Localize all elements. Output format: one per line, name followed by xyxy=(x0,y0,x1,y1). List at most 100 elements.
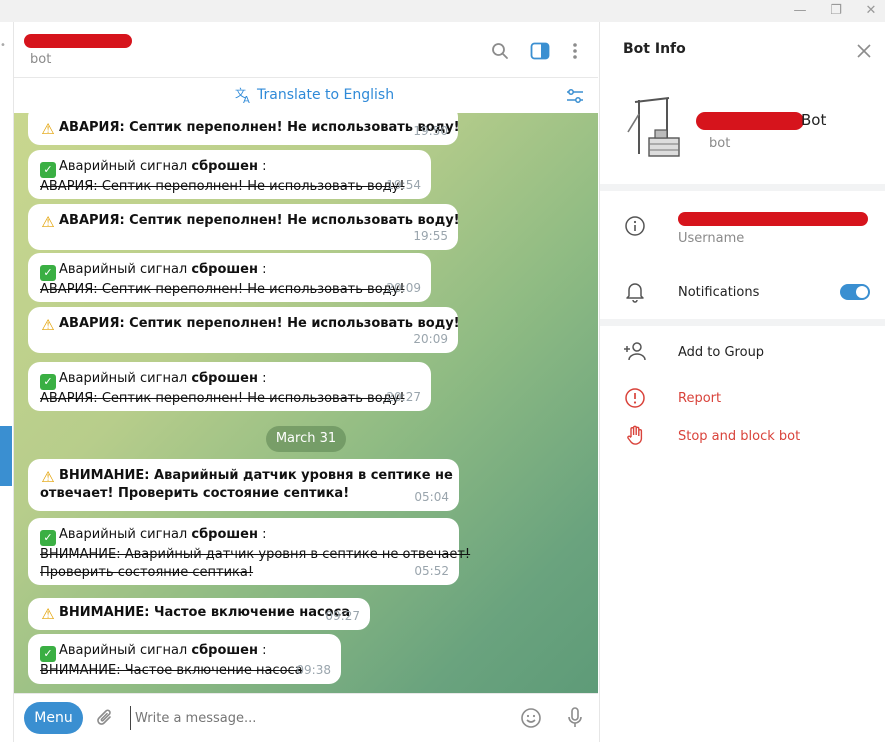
bell-icon xyxy=(624,281,646,303)
message-text: отвечает! Проверить состояние септика! xyxy=(40,486,350,501)
panel-title: Bot Info xyxy=(623,41,686,57)
message-text: : xyxy=(257,262,267,277)
translate-label: Translate to English xyxy=(257,87,395,103)
chat-subtitle: bot xyxy=(30,52,52,67)
warning-emoji-icon: ⚠ xyxy=(41,316,55,334)
message-text: Аварийный сигнал xyxy=(59,371,192,386)
chat-header[interactable]: bot xyxy=(14,22,598,78)
message-text: Аварийный сигнал xyxy=(59,262,192,277)
warning-emoji-icon: ⚠ xyxy=(41,468,55,486)
message-time: 19:50 xyxy=(413,124,448,138)
attach-icon[interactable] xyxy=(94,707,116,729)
maximize-icon[interactable]: ❐ xyxy=(826,2,846,20)
microphone-icon[interactable] xyxy=(563,706,587,730)
search-icon[interactable] xyxy=(488,39,512,63)
message-time: 19:54 xyxy=(386,178,421,192)
bot-name-suffix: Bot xyxy=(801,111,827,129)
message-text: ВНИМАНИЕ: Частое включение насоса xyxy=(59,605,351,620)
message-time: 09:27 xyxy=(325,609,360,623)
message-bubble[interactable]: ⚠ ВНИМАНИЕ: Частое включение насоса 09:27 xyxy=(28,598,370,630)
message-text: Аварийный сигнал xyxy=(59,643,192,658)
separator xyxy=(600,319,885,326)
check-emoji-icon: ✓ xyxy=(40,646,56,662)
warning-emoji-icon: ⚠ xyxy=(41,120,55,138)
report-label: Report xyxy=(678,391,722,406)
message-text: : xyxy=(257,527,267,542)
message-time: 05:04 xyxy=(414,490,449,504)
username-label: Username xyxy=(678,231,745,246)
strip-mark: • xyxy=(0,40,6,51)
message-bubble[interactable]: ✓ Аварийный сигнал сброшен : ВНИМАНИЕ: Ав… xyxy=(28,518,471,585)
message-struck-text: ВНИМАНИЕ: Аварийный датчик уровня в септ… xyxy=(40,547,471,562)
check-emoji-icon: ✓ xyxy=(40,162,56,178)
check-emoji-icon: ✓ xyxy=(40,265,56,281)
message-input[interactable] xyxy=(130,706,507,730)
bot-avatar[interactable] xyxy=(625,94,685,164)
check-emoji-icon: ✓ xyxy=(40,374,56,390)
add-to-group-row[interactable]: Add to Group xyxy=(600,336,885,370)
message-text: : xyxy=(257,371,267,386)
close-panel-icon[interactable] xyxy=(853,40,875,62)
message-time: 19:55 xyxy=(413,229,448,243)
more-options-icon[interactable] xyxy=(563,39,587,63)
message-text-bold: сброшен xyxy=(191,527,258,542)
separator xyxy=(600,184,885,191)
stop-block-row[interactable]: Stop and block bot xyxy=(600,422,885,452)
stop-block-label: Stop and block bot xyxy=(678,429,801,444)
info-icon xyxy=(624,215,646,237)
message-text-bold: сброшен xyxy=(191,371,258,386)
message-bubble[interactable]: ⚠ АВАРИЯ: Септик переполнен! Не использов… xyxy=(28,204,460,250)
hand-stop-icon xyxy=(624,425,646,447)
translate-button[interactable]: 文 A Translate to English xyxy=(235,86,394,104)
redacted-bot-name xyxy=(696,112,804,130)
message-text: : xyxy=(257,643,267,658)
emoji-icon[interactable] xyxy=(519,706,543,730)
message-text: АВАРИЯ: Септик переполнен! Не использова… xyxy=(59,213,460,228)
active-chat-indicator[interactable] xyxy=(0,426,12,486)
message-time: 20:09 xyxy=(386,281,421,295)
message-bubble[interactable]: ⚠ ВНИМАНИЕ: Аварийный датчик уровня в сеп… xyxy=(28,459,459,511)
message-bubble[interactable]: ⚠ АВАРИЯ: Септик переполнен! Не использов… xyxy=(28,307,460,353)
message-time: 05:52 xyxy=(414,564,449,578)
translate-settings-icon[interactable] xyxy=(565,86,585,106)
warning-emoji-icon: ⚠ xyxy=(41,213,55,231)
add-to-group-label: Add to Group xyxy=(678,345,765,360)
redacted-username xyxy=(678,212,868,226)
message-text: ВНИМАНИЕ: Аварийный датчик уровня в септ… xyxy=(59,468,453,483)
translate-icon: 文 A xyxy=(235,86,250,104)
message-bubble[interactable]: ✓ Аварийный сигнал сброшен : АВАРИЯ: Септ… xyxy=(28,362,431,411)
message-text: Аварийный сигнал xyxy=(59,159,192,174)
message-bubble[interactable]: ✓ Аварийный сигнал сброшен : АВАРИЯ: Септ… xyxy=(28,150,431,199)
message-time: 09:38 xyxy=(296,663,331,677)
report-row[interactable]: Report xyxy=(600,384,885,414)
message-struck-text: Проверить состояние септика! xyxy=(40,565,254,580)
message-text: Аварийный сигнал xyxy=(59,527,192,542)
close-icon[interactable]: ✕ xyxy=(861,2,881,20)
notifications-toggle[interactable] xyxy=(840,284,870,300)
message-time: 20:27 xyxy=(386,390,421,404)
message-bubble[interactable]: ✓ Аварийный сигнал сброшен : ВНИМАНИЕ: Ча… xyxy=(28,634,341,684)
menu-button[interactable]: Menu xyxy=(24,702,83,734)
chat-list-strip: • xyxy=(0,22,14,742)
message-text-bold: сброшен xyxy=(191,643,258,658)
message-struck-text: АВАРИЯ: Септик переполнен! Не использова… xyxy=(40,179,405,194)
minimize-icon[interactable]: — xyxy=(790,2,810,20)
message-composer: Menu xyxy=(14,693,598,743)
message-text-bold: сброшен xyxy=(191,262,258,277)
warning-emoji-icon: ⚠ xyxy=(41,605,55,623)
translate-bar: 文 A Translate to English xyxy=(14,78,598,114)
message-struck-text: АВАРИЯ: Септик переполнен! Не использова… xyxy=(40,391,405,406)
message-time: 20:09 xyxy=(413,332,448,346)
svg-text:A: A xyxy=(243,95,250,104)
window-titlebar: — ❐ ✕ xyxy=(0,0,885,22)
message-text: АВАРИЯ: Септик переполнен! Не использова… xyxy=(59,120,460,135)
notifications-label: Notifications xyxy=(678,285,760,300)
message-bubble[interactable]: ✓ Аварийный сигнал сброшен : АВАРИЯ: Септ… xyxy=(28,253,431,302)
message-text-bold: сброшен xyxy=(191,159,258,174)
chat-messages-area[interactable]: ⚠ АВАРИЯ: Септик переполнен! Не использов… xyxy=(14,113,598,693)
message-text: : xyxy=(257,159,267,174)
message-text: АВАРИЯ: Септик переполнен! Не использова… xyxy=(59,316,460,331)
sidebar-toggle-icon[interactable] xyxy=(528,39,552,63)
message-bubble[interactable]: ⚠ АВАРИЯ: Септик переполнен! Не использов… xyxy=(28,113,460,145)
add-user-icon xyxy=(622,340,648,362)
